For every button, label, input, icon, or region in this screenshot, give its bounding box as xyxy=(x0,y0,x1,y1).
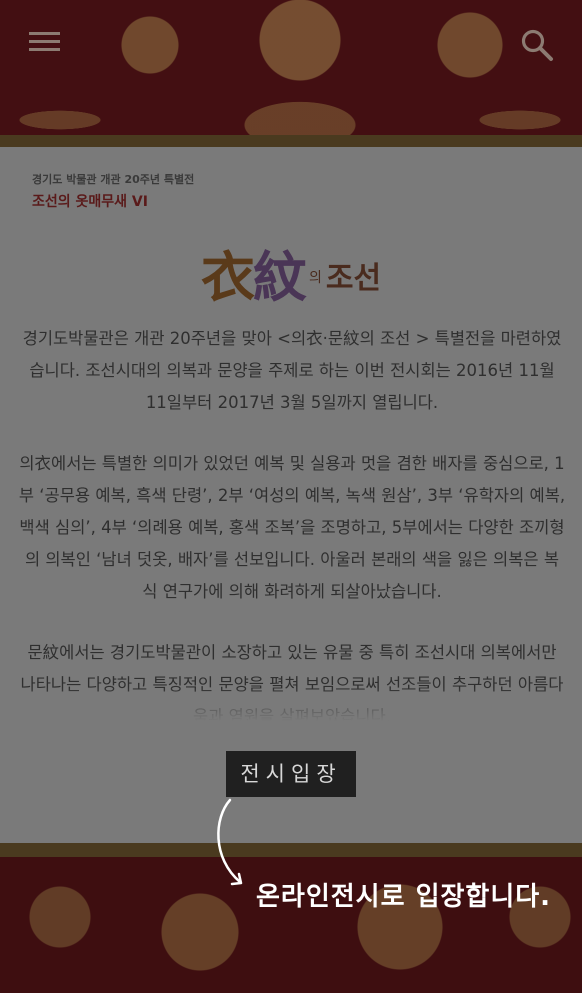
exhibition-logo: 衣紋 의 조선 xyxy=(0,233,582,309)
enter-exhibition-button[interactable]: 전시입장 xyxy=(226,751,356,797)
top-banner-pattern xyxy=(0,0,582,135)
hamburger-menu-icon[interactable] xyxy=(29,28,63,62)
logo-hanja-2: 紋 xyxy=(252,245,307,309)
exhibition-sub-header: 경기도 박물관 개관 20주년 특별전 xyxy=(32,173,195,186)
exhibition-sub-title: 조선의 옷매무새 VI xyxy=(32,194,148,210)
top-gold-divider xyxy=(0,135,582,147)
search-icon[interactable] xyxy=(520,28,554,62)
curved-arrow-icon xyxy=(217,798,243,886)
online-exhibition-hint: 온라인전시로 입장합니다. xyxy=(256,882,552,912)
bottom-gold-divider xyxy=(0,843,582,857)
logo-hanja: 衣紋 xyxy=(200,245,307,309)
logo-particle: 의 xyxy=(308,270,322,286)
description-paragraph: 경기도박물관은 개관 20주년을 맞아 <의衣·문紋의 조선 > 특별전을 마련… xyxy=(22,329,562,412)
logo-hanja-1: 衣 xyxy=(200,245,255,309)
exhibition-intro-card: 경기도 박물관 개관 20주년 특별전 조선의 옷매무새 VI 衣紋 의 조선 경기… xyxy=(0,147,582,843)
logo-word: 조선 xyxy=(325,261,382,296)
description-paragraph: 의衣에서는 특별한 의미가 있었던 예복 및 실용과 멋을 겸한 배자를 중심으… xyxy=(18,454,566,601)
text-fade-overlay xyxy=(0,687,582,727)
